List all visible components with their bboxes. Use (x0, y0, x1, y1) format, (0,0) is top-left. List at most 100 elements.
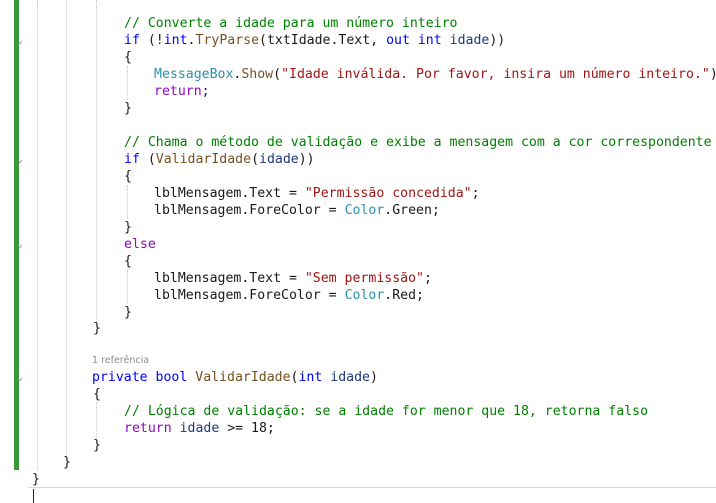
code-token: )) (489, 33, 506, 48)
code-token: ValidarIdade (155, 152, 252, 167)
code-line[interactable]: } (32, 471, 40, 488)
codelens-references[interactable]: 1 referência (92, 355, 149, 366)
code-line[interactable]: } (93, 437, 101, 454)
code-token: } (32, 472, 40, 487)
code-token: } (124, 101, 132, 116)
code-token: else (124, 237, 156, 252)
code-token: } (124, 305, 132, 320)
code-token: lblMensagem.Text = (154, 186, 305, 201)
code-token: { (124, 169, 132, 184)
code-token: ; (201, 84, 210, 99)
code-token: // Lógica de validação: se a idade for m… (124, 404, 649, 419)
code-line[interactable]: if (ValidarIdade(idade)) (124, 151, 315, 168)
code-line[interactable]: return idade >= 18; (124, 420, 275, 437)
code-token: out (386, 33, 410, 48)
code-token: idade (449, 33, 490, 48)
code-token: >= 18; (219, 421, 275, 436)
code-token: ) (369, 370, 378, 385)
code-token: if (124, 33, 140, 48)
code-token: (! (139, 33, 164, 48)
code-token: ValidarIdade (195, 370, 291, 385)
code-line[interactable]: if (!int.TryParse(txtIdade.Text, out int… (124, 32, 505, 49)
code-token: ( (139, 152, 156, 167)
indent-guide (127, 66, 128, 100)
code-token: ( (251, 152, 260, 167)
code-line[interactable]: lblMensagem.Text = "Permissão concedida"… (154, 185, 480, 202)
fold-chevron-icon[interactable]: ⌄ (17, 36, 23, 46)
code-token: "Idade inválida. Por favor, insira um nú… (281, 67, 710, 82)
code-token: idade (330, 370, 370, 385)
code-line[interactable]: { (124, 253, 132, 270)
code-line[interactable]: return; (154, 83, 210, 100)
change-indicator-bar (14, 0, 19, 470)
code-token: } (63, 455, 71, 470)
code-token: ); (710, 67, 716, 82)
code-token: Color (344, 288, 385, 303)
code-token: ( (273, 67, 282, 82)
fold-chevron-icon[interactable]: ⌄ (17, 155, 23, 165)
code-token: )) (298, 152, 315, 167)
code-token: } (93, 321, 101, 336)
fold-chevron-icon[interactable]: ⌄ (17, 240, 23, 250)
indent-guide (127, 185, 128, 219)
indent-guide (96, 0, 97, 322)
code-line[interactable]: lblMensagem.ForeColor = Color.Green; (154, 202, 440, 219)
code-line[interactable]: } (124, 304, 132, 321)
fold-chevron-icon[interactable]: ⌄ (17, 373, 23, 383)
code-token: lblMensagem.ForeColor = (154, 288, 345, 303)
code-token: lblMensagem.ForeColor = (154, 203, 345, 218)
code-line[interactable]: MessageBox.Show("Idade inválida. Por fav… (154, 66, 716, 83)
code-line[interactable]: { (93, 386, 101, 403)
editor-bottom-border (28, 487, 716, 488)
code-line[interactable]: } (124, 100, 132, 117)
code-token: idade (259, 152, 299, 167)
code-token: idade (179, 421, 220, 436)
code-token: // Converte a idade para um número intei… (124, 16, 458, 31)
code-token: { (124, 50, 132, 65)
code-token: .Green; (384, 203, 440, 218)
code-line[interactable]: else (124, 236, 156, 253)
code-line[interactable]: { (124, 49, 132, 66)
indent-guide (37, 0, 38, 470)
code-token: MessageBox (154, 67, 234, 82)
code-line[interactable]: private bool ValidarIdade(int idade) (92, 369, 378, 386)
code-line[interactable]: } (63, 454, 71, 471)
code-line[interactable]: lblMensagem.ForeColor = Color.Red; (154, 287, 424, 304)
code-token: return (124, 421, 172, 436)
code-token: bool (155, 370, 188, 385)
code-line[interactable]: // Chama o método de validação e exibe a… (124, 134, 712, 151)
code-line[interactable]: // Converte a idade para um número intei… (124, 15, 457, 32)
code-line[interactable]: { (124, 168, 132, 185)
code-token: return (154, 84, 202, 99)
indent-guide (127, 270, 128, 304)
code-token: "Sem permissão" (304, 271, 424, 286)
indent-guide (66, 0, 67, 455)
code-token: } (93, 438, 101, 453)
text-caret (33, 489, 34, 503)
code-token: Color (344, 203, 385, 218)
code-token: lblMensagem.Text = (154, 271, 305, 286)
code-token: . (187, 33, 196, 48)
code-token: int (417, 33, 442, 48)
code-editor[interactable]: ⌄ ⌄ ⌄ ⌄ 1 referência // Converte a idade… (0, 0, 716, 503)
code-token: private (92, 370, 148, 385)
code-line[interactable]: } (93, 320, 101, 337)
code-token: (txtIdade.Text, (259, 33, 387, 48)
code-token: Show (241, 67, 274, 82)
code-token: "Permissão concedida" (304, 186, 472, 201)
indent-guide (96, 402, 97, 438)
code-token: int (163, 33, 188, 48)
code-token: ; (471, 186, 480, 201)
code-token: int (298, 370, 323, 385)
code-token: .Red; (384, 288, 424, 303)
code-token: TryParse (195, 33, 260, 48)
code-token: } (124, 220, 132, 235)
code-line[interactable]: } (124, 219, 132, 236)
code-token: // Chama o método de validação e exibe a… (124, 135, 712, 150)
code-line[interactable]: // Lógica de validação: se a idade for m… (124, 403, 648, 420)
code-line[interactable]: lblMensagem.Text = "Sem permissão"; (154, 270, 432, 287)
code-token: ; (423, 271, 432, 286)
